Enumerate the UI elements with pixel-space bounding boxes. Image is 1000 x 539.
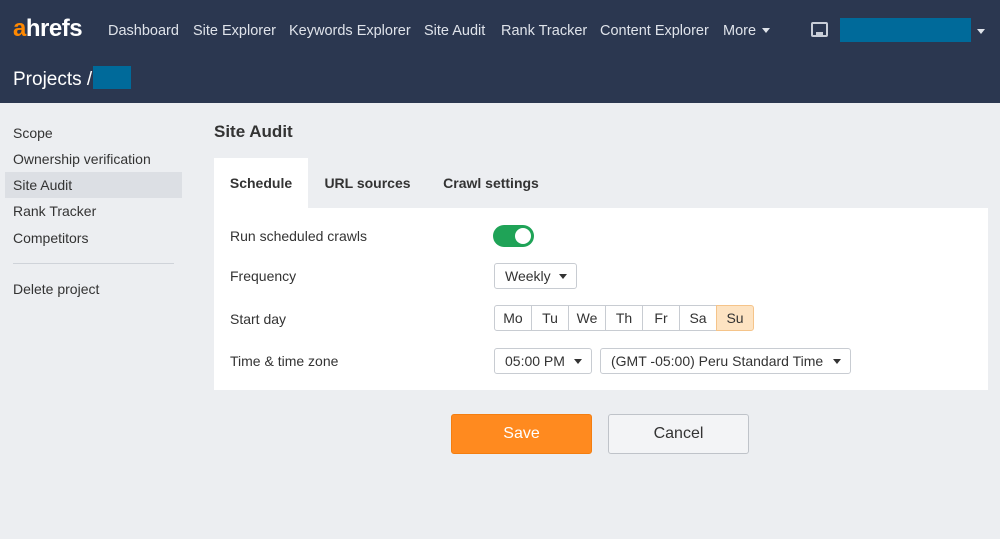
start-day-selector: Mo Tu We Th Fr Sa Su [494,305,754,331]
account-menu[interactable] [840,18,971,42]
nav-more-menu[interactable]: More [723,23,771,40]
nav-site-audit[interactable]: Site Audit [424,23,485,40]
tab-url-sources[interactable]: URL sources [310,158,425,208]
day-wednesday[interactable]: We [568,305,606,331]
tab-schedule[interactable]: Schedule [214,158,308,208]
chevron-down-icon [559,274,567,279]
ahrefs-logo[interactable]: ahrefs [13,17,83,41]
timezone-select[interactable]: (GMT -05:00) Peru Standard Time [600,348,851,374]
day-sunday[interactable]: Su [716,305,754,331]
top-nav: ahrefs Dashboard Site Explorer Keywords … [0,0,1000,62]
toggle-knob [515,228,531,244]
nav-content-explorer[interactable]: Content Explorer [600,23,709,40]
run-scheduled-crawls-label: Run scheduled crawls [230,228,367,244]
chevron-down-icon [762,28,771,33]
sidebar-item-scope[interactable]: Scope [5,120,182,146]
day-friday[interactable]: Fr [642,305,680,331]
frequency-label: Frequency [230,268,297,284]
day-tuesday[interactable]: Tu [531,305,569,331]
nav-more-label: More [723,23,757,39]
sidebar-divider [13,263,174,264]
monitor-icon[interactable] [811,22,828,37]
section-title: Site Audit [214,122,293,141]
nav-dashboard[interactable]: Dashboard [108,23,179,40]
time-zone-label: Time & time zone [230,353,339,369]
chevron-down-icon [833,359,841,364]
start-day-label: Start day [230,311,287,327]
day-thursday[interactable]: Th [605,305,643,331]
cancel-button[interactable]: Cancel [608,414,749,454]
sidebar-item-delete-project[interactable]: Delete project [5,276,182,302]
sidebar-item-rank-tracker[interactable]: Rank Tracker [5,198,182,224]
sidebar-item-ownership-verification[interactable]: Ownership verification [5,146,182,172]
time-select[interactable]: 05:00 PM [494,348,592,374]
nav-keywords-explorer[interactable]: Keywords Explorer [289,23,411,40]
project-header: Projects / [0,62,1000,103]
day-monday[interactable]: Mo [494,305,532,331]
page-title: Projects / [13,69,93,90]
sidebar-item-site-audit[interactable]: Site Audit [5,172,182,198]
day-saturday[interactable]: Sa [679,305,717,331]
timezone-value: (GMT -05:00) Peru Standard Time [611,353,824,369]
nav-rank-tracker[interactable]: Rank Tracker [501,23,587,40]
frequency-value: Weekly [505,268,551,284]
save-button[interactable]: Save [451,414,592,454]
project-name-redacted [93,66,131,89]
chevron-down-icon [574,359,582,364]
sidebar-item-competitors[interactable]: Competitors [5,225,182,251]
run-scheduled-crawls-toggle[interactable] [493,225,534,247]
chevron-down-icon[interactable] [977,29,985,34]
nav-site-explorer[interactable]: Site Explorer [193,23,276,40]
frequency-select[interactable]: Weekly [494,263,577,289]
tab-crawl-settings[interactable]: Crawl settings [429,158,553,208]
time-value: 05:00 PM [505,353,565,369]
